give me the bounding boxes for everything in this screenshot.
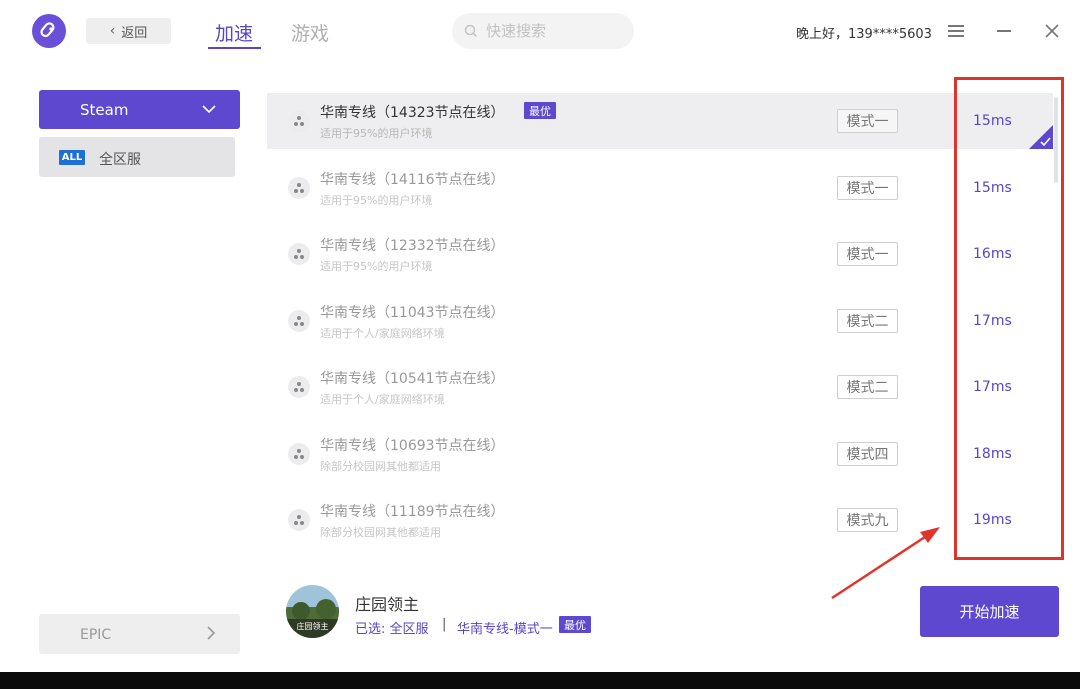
server-title: 华南专线（14116节点在线） <box>320 172 505 188</box>
mode-button[interactable]: 模式一 <box>837 176 898 200</box>
server-row[interactable]: 华南专线（10693节点在线） 除部分校园网其他都适用 模式四 18ms <box>267 426 1053 482</box>
chevron-down-icon <box>202 98 216 124</box>
best-badge: 最优 <box>559 616 591 633</box>
server-desc: 适用于个人/家庭网络环境 <box>320 393 445 406</box>
node-icon <box>288 509 310 531</box>
start-acceleration-button[interactable]: 开始加速 <box>920 586 1059 637</box>
node-icon <box>288 177 310 199</box>
server-desc: 适用于95%的用户环境 <box>320 127 433 140</box>
server-row[interactable]: 华南专线（11189节点在线） 除部分校园网其他都适用 模式九 19ms <box>267 492 1053 548</box>
mode-button[interactable]: 模式四 <box>837 442 898 466</box>
best-badge: 最优 <box>524 102 556 119</box>
mode-button[interactable]: 模式九 <box>837 508 898 532</box>
search-icon <box>464 24 478 38</box>
server-list: 华南专线（14323节点在线） 最优 适用于95%的用户环境 模式一 15ms … <box>267 93 1053 560</box>
accelerator-window: ‹ 返回 加速 游戏 晚上好，139****5603 Steam <box>0 0 1080 672</box>
mode-button[interactable]: 模式一 <box>837 242 898 266</box>
menu-button[interactable] <box>942 16 970 46</box>
mode-button[interactable]: 模式二 <box>837 309 898 333</box>
all-badge: ALL <box>59 150 85 165</box>
tab-accelerate[interactable]: 加速 <box>215 19 253 46</box>
node-icon <box>288 310 310 332</box>
mode-button[interactable]: 模式二 <box>837 375 898 399</box>
search-input[interactable] <box>486 22 616 40</box>
chevron-left-icon: ‹ <box>109 23 116 39</box>
server-row[interactable]: 华南专线（11043节点在线） 适用于个人/家庭网络环境 模式二 17ms <box>267 293 1053 349</box>
hamburger-icon <box>948 25 964 37</box>
server-desc: 适用于95%的用户环境 <box>320 260 433 273</box>
active-tab-indicator <box>208 47 261 49</box>
back-button[interactable]: ‹ 返回 <box>86 18 171 44</box>
server-row[interactable]: 华南专线（14323节点在线） 最优 适用于95%的用户环境 模式一 15ms <box>267 93 1053 149</box>
node-icon <box>288 443 310 465</box>
platform-label: Steam <box>80 101 129 119</box>
server-title: 华南专线（10541节点在线） <box>320 371 505 387</box>
region-item-all[interactable]: ALL 全区服 <box>39 137 235 177</box>
minimize-button[interactable] <box>990 16 1018 46</box>
server-row[interactable]: 华南专线（10541节点在线） 适用于个人/家庭网络环境 模式二 17ms <box>267 359 1053 415</box>
mode-button[interactable]: 模式一 <box>837 109 898 133</box>
selection-separator: | <box>442 617 447 632</box>
selected-region: 已选: 全区服 <box>355 622 429 637</box>
user-greeting: 晚上好，139****5603 <box>796 27 932 42</box>
cover-title: 庄园领主 <box>297 621 329 631</box>
rocket-logo-icon <box>40 22 55 38</box>
server-title: 华南专线（10693节点在线） <box>320 438 505 454</box>
server-title: 华南专线（12332节点在线） <box>320 238 505 254</box>
tab-games[interactable]: 游戏 <box>291 19 329 46</box>
back-button-label: 返回 <box>121 25 148 41</box>
server-title: 华南专线（11189节点在线） <box>320 504 505 520</box>
minimize-icon <box>997 30 1011 32</box>
close-icon <box>1045 24 1059 38</box>
server-row[interactable]: 华南专线（12332节点在线） 适用于95%的用户环境 模式一 16ms <box>267 226 1053 282</box>
app-logo <box>32 14 66 48</box>
close-button[interactable] <box>1038 16 1066 46</box>
server-desc: 除部分校园网其他都适用 <box>320 526 441 539</box>
selected-line: 华南专线-模式一 <box>457 622 553 637</box>
search-box[interactable] <box>452 13 634 49</box>
region-label: 全区服 <box>99 152 141 168</box>
game-name: 庄园领主 <box>355 595 420 614</box>
chevron-right-icon <box>206 624 216 646</box>
node-icon <box>288 110 310 132</box>
node-icon <box>288 243 310 265</box>
platform-select-steam[interactable]: Steam <box>39 90 240 129</box>
annotation-highlight-box <box>954 77 1064 560</box>
server-title: 华南专线（14323节点在线） <box>320 105 505 121</box>
bottom-edge <box>0 672 1080 689</box>
server-title: 华南专线（11043节点在线） <box>320 305 505 321</box>
server-desc: 适用于95%的用户环境 <box>320 194 433 207</box>
platform-select-epic[interactable]: EPIC <box>39 614 240 654</box>
epic-label: EPIC <box>80 627 112 643</box>
server-row[interactable]: 华南专线（14116节点在线） 适用于95%的用户环境 模式一 15ms <box>267 160 1053 216</box>
server-desc: 除部分校园网其他都适用 <box>320 460 441 473</box>
game-cover-image: 庄园领主 <box>286 585 339 638</box>
node-icon <box>288 376 310 398</box>
server-desc: 适用于个人/家庭网络环境 <box>320 327 445 340</box>
